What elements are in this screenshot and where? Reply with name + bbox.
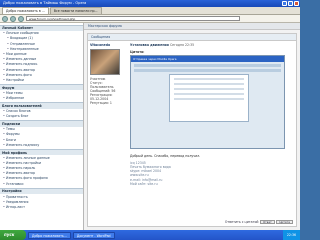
author-registered: Регистрация: 05.12.2004 (90, 93, 113, 101)
tab-bar: Добро пожаловать в ... Все новости помог… (0, 7, 300, 15)
post-title: Установка движения Сегодня 22:35 (130, 43, 295, 48)
navigation-bar: www.forum.ru/showthread.php (0, 15, 300, 23)
screenshot-line (174, 93, 244, 95)
start-button[interactable]: пуск (0, 230, 26, 240)
author-reputation: Репутация: 1 (90, 101, 112, 105)
reply-toolbar: Ответить с цитатой Ответ Цитата (225, 220, 293, 224)
post: Сообщения Vitaconedo Участник Статус: По… (87, 33, 297, 227)
post-body: Установка движения Сегодня 22:35 Цитата:… (130, 43, 295, 186)
post-date: Сегодня 22:35 (169, 43, 195, 47)
screenshot-line (174, 78, 244, 80)
taskbar-item-wordpad[interactable]: Документ - WordPad (72, 231, 115, 239)
avatar (90, 49, 120, 75)
quote-label: Цитата: (130, 50, 145, 54)
address-input[interactable]: www.forum.ru/showthread.php (26, 16, 240, 21)
tab-forum[interactable]: Добро пожаловать в ... (2, 7, 49, 14)
sidebar-item-create-blog[interactable]: Создать блог (0, 114, 83, 119)
taskbar-item-browser[interactable]: Добро пожаловать... (28, 231, 71, 239)
post-text: Добрый день. Спасибо, перевод получил. (130, 154, 201, 158)
screenshot-line (174, 88, 244, 90)
author-name[interactable]: Vitaconedo (90, 43, 126, 47)
sidebar-section-settings: Настройки Приватность Уведомления Игнор-… (0, 187, 83, 210)
author-info: Участник Статус: Пользователь Сообщений:… (90, 77, 126, 105)
clock: 22:36 (282, 230, 300, 240)
sidebar-section-account: Личный Кабинет Личные сообщения Входящие… (0, 24, 83, 83)
taskbar: пуск Добро пожаловать... Документ - Word… (0, 230, 300, 240)
screenshot-title: Отправка через Mozilla Opera (131, 56, 284, 62)
forward-icon[interactable] (10, 15, 16, 22)
window-controls (282, 1, 299, 6)
sidebar-item-settings[interactable]: Настройки (0, 78, 83, 83)
breadcrumb[interactable]: Мастерская форума (84, 23, 300, 30)
post-header: Сообщения (88, 34, 296, 41)
sidebar-section-forum: Форум Мои темы Избранное (0, 84, 83, 101)
screenshot-row (134, 69, 281, 72)
sidebar-item-ignore-list[interactable]: Игнор-лист (0, 204, 83, 209)
screenshot-line (174, 98, 244, 100)
screenshot-row (134, 64, 281, 67)
author-panel: Vitaconedo Участник Статус: Пользователь… (90, 43, 126, 105)
sidebar-item-installations[interactable]: Установки (0, 181, 83, 186)
sidebar: Личный Кабинет Личные сообщения Входящие… (0, 23, 84, 230)
sidebar-item-favorites[interactable]: Избранное (0, 96, 83, 101)
screenshot-panel (169, 74, 249, 122)
post-title-text: Установка движения (130, 43, 169, 47)
attached-screenshot[interactable]: Отправка через Mozilla Opera (130, 55, 285, 149)
signature: icq 12345 Печать бумажного вида skype: m… (130, 161, 295, 186)
sidebar-section-blogs: Блоги пользователей Список блогов Создат… (0, 102, 83, 119)
signature-line[interactable]: Мой сайт: site.ru (130, 182, 295, 186)
maximize-button[interactable] (288, 1, 293, 6)
reply-button[interactable]: Ответ (259, 220, 275, 224)
close-button[interactable] (294, 1, 299, 6)
tab-news[interactable]: Все новости помогли пр... (49, 7, 102, 14)
window-title: Добро пожаловать в Таймаш Форум - Opera (3, 1, 87, 5)
reply-label: Ответить с цитатой (224, 220, 259, 224)
author-status: Статус: Пользователь (90, 81, 114, 89)
main-content: Мастерская форума Сообщения Vitaconedo У… (84, 23, 300, 230)
reload-icon[interactable] (18, 15, 24, 22)
sidebar-section-subscriptions: Подписки Темы Форумы Блоги Изменить подп… (0, 120, 83, 147)
back-icon[interactable] (2, 15, 8, 22)
quote-button[interactable]: Цитата (276, 220, 293, 224)
sidebar-section-profile: Мой профиль Изменить личные данные Измен… (0, 148, 83, 186)
screenshot-line (174, 83, 244, 85)
sidebar-item-edit-subscription[interactable]: Изменить подписку (0, 142, 83, 147)
window-titlebar: Добро пожаловать в Таймаш Форум - Opera (0, 0, 300, 7)
minimize-button[interactable] (282, 1, 287, 6)
